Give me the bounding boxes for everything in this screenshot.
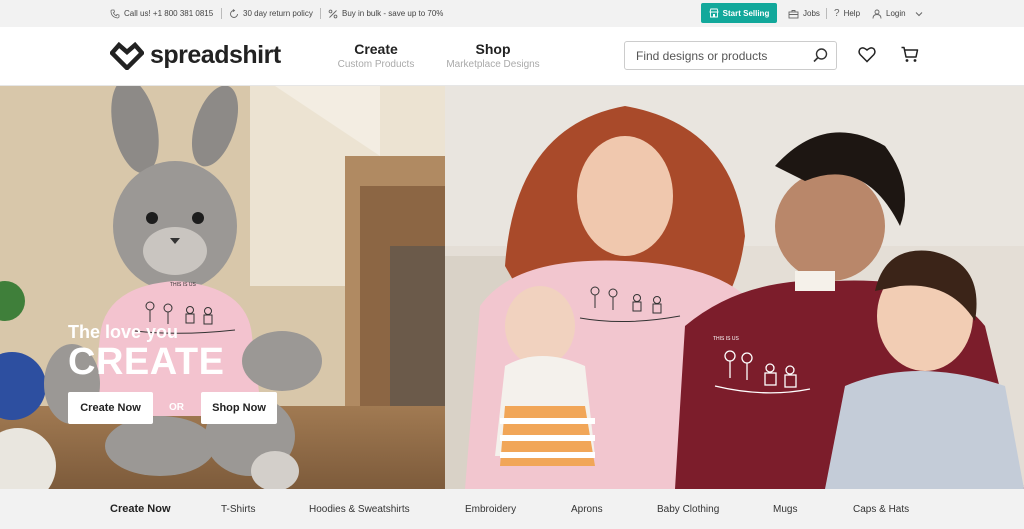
main-header: spreadshirt Create Custom Products Shop …: [0, 27, 1024, 86]
help-label: Help: [843, 9, 861, 18]
hero-headline: CREATE: [68, 341, 225, 383]
question-icon: ?: [834, 8, 840, 19]
nav-create-title: Create: [354, 41, 398, 57]
help-link[interactable]: ? Help: [834, 0, 860, 27]
hero-text: The love you CREATE: [68, 322, 224, 381]
heart-icon[interactable]: [858, 46, 876, 63]
heart-logo-icon: [110, 41, 144, 70]
family-illustration: [445, 86, 1024, 489]
cart-icon[interactable]: [901, 46, 919, 63]
hero-banner: THIS IS US THIS IS US The love you CREAT…: [0, 86, 1024, 489]
shirt-print-text: THIS IS US: [170, 282, 197, 288]
jobs-label: Jobs: [803, 9, 820, 18]
category-hoodies-sweatshirts[interactable]: Hoodies & Sweatshirts: [309, 489, 410, 529]
start-selling-button[interactable]: Start Selling: [701, 3, 777, 23]
nav-shop-subtitle: Marketplace Designs: [446, 59, 540, 70]
start-selling-label: Start Selling: [722, 8, 770, 18]
category-caps-hats[interactable]: Caps & Hats: [853, 489, 909, 529]
bunny-illustration: THIS IS US: [0, 86, 445, 489]
logo-text: spreadshirt: [150, 40, 281, 69]
login-link[interactable]: Login: [872, 0, 923, 27]
phone-info[interactable]: Call us! +1 800 381 0815: [110, 0, 213, 27]
phone-text: Call us! +1 800 381 0815: [124, 9, 214, 18]
category-aprons[interactable]: Aprons: [571, 489, 603, 529]
percent-icon: [328, 9, 338, 18]
briefcase-icon: [788, 9, 799, 18]
bulk-info[interactable]: Buy in bulk - save up to 70%: [328, 0, 443, 27]
hero-or-text: OR: [169, 402, 184, 413]
user-icon: [872, 9, 882, 19]
store-icon: [709, 8, 719, 18]
jobs-link[interactable]: Jobs: [788, 0, 820, 27]
logo[interactable]: spreadshirt: [110, 40, 281, 70]
return-icon: [230, 8, 238, 18]
nav-shop[interactable]: Shop Marketplace Designs: [444, 41, 542, 70]
search-input[interactable]: [625, 42, 805, 69]
shop-now-button[interactable]: Shop Now: [201, 392, 277, 424]
divider: [826, 8, 827, 19]
search-icon: [813, 48, 828, 63]
chevron-down-icon: [915, 11, 922, 16]
category-create-now[interactable]: Create Now: [110, 489, 171, 529]
return-policy-info[interactable]: 30 day return policy: [229, 0, 313, 27]
phone-icon: [110, 9, 120, 18]
return-policy-text: 30 day return policy: [243, 9, 313, 18]
top-utility-bar: Call us! +1 800 381 0815 30 day return p…: [0, 0, 1024, 27]
hoodie-print-text: THIS IS US: [713, 336, 739, 342]
search-button[interactable]: [812, 47, 829, 69]
hero-image-bunny[interactable]: THIS IS US: [0, 86, 445, 489]
divider: [221, 8, 222, 19]
login-label: Login: [886, 9, 906, 18]
hero-image-family[interactable]: THIS IS US: [445, 86, 1024, 489]
nav-create-subtitle: Custom Products: [337, 59, 415, 70]
nav-shop-title: Shop: [475, 41, 511, 57]
hero-tagline: The love you: [68, 322, 179, 342]
category-bar: Create Now T-Shirts Hoodies & Sweatshirt…: [0, 489, 1024, 529]
bulk-text: Buy in bulk - save up to 70%: [342, 9, 444, 18]
category-mugs[interactable]: Mugs: [773, 489, 797, 529]
category-t-shirts[interactable]: T-Shirts: [221, 489, 255, 529]
search-box: [624, 41, 837, 70]
category-embroidery[interactable]: Embroidery: [465, 489, 516, 529]
divider: [320, 8, 321, 19]
create-now-button[interactable]: Create Now: [68, 392, 153, 424]
category-baby-clothing[interactable]: Baby Clothing: [657, 489, 719, 529]
nav-create[interactable]: Create Custom Products: [334, 41, 418, 70]
